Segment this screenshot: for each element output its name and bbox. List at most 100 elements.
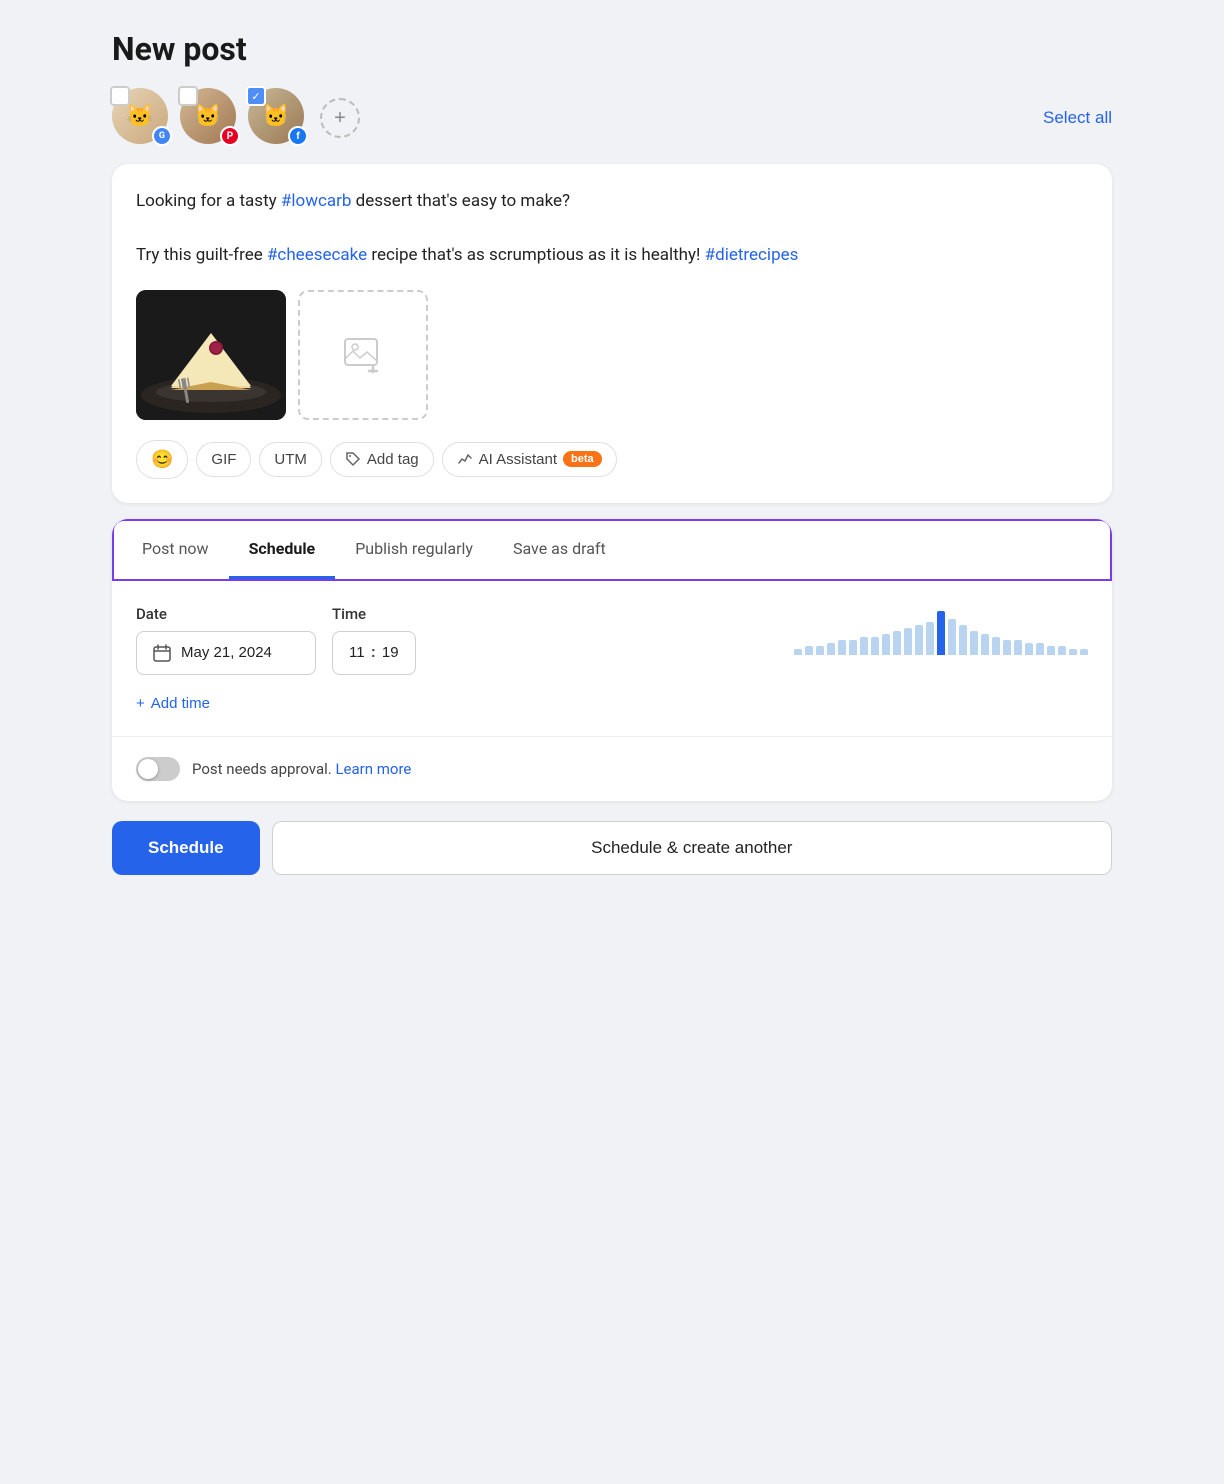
- add-time-button[interactable]: + Add time: [136, 691, 210, 716]
- time-label: Time: [332, 605, 416, 623]
- select-all-button[interactable]: Select all: [1043, 108, 1112, 128]
- date-label: Date: [136, 605, 316, 623]
- tag-label: Add tag: [367, 451, 419, 468]
- add-account-button[interactable]: +: [320, 98, 360, 138]
- time-hour: 11: [349, 644, 365, 661]
- page-container: New post 🐱 G 🐱 P 🐱 ✓ f + Select all Look…: [112, 30, 1112, 875]
- schedule-another-button[interactable]: Schedule & create another: [272, 821, 1112, 875]
- bar-26: [1080, 649, 1088, 655]
- schedule-body: Date May 21, 2024 Time: [112, 581, 1112, 736]
- tab-post-now[interactable]: Post now: [122, 521, 229, 579]
- add-tag-button[interactable]: Add tag: [330, 442, 434, 477]
- bar-24: [1058, 646, 1066, 655]
- tab-save-as-draft[interactable]: Save as draft: [493, 521, 626, 579]
- calendar-icon: [153, 644, 171, 662]
- google-badge-1: G: [152, 126, 172, 146]
- accounts-row: 🐱 G 🐱 P 🐱 ✓ f + Select all: [112, 88, 1112, 148]
- bar-12: [926, 622, 934, 654]
- tab-publish-regularly[interactable]: Publish regularly: [335, 521, 493, 579]
- time-group: Time 11 : 19: [332, 605, 416, 675]
- bar-25: [1069, 649, 1077, 655]
- bar-4: [838, 640, 846, 655]
- gif-button[interactable]: GIF: [196, 442, 251, 477]
- add-image-icon: [343, 337, 383, 373]
- approval-section: Post needs approval. Learn more: [112, 736, 1112, 801]
- schedule-section: Post now Schedule Publish regularly Save…: [112, 519, 1112, 801]
- checkbox-3: ✓: [246, 86, 266, 106]
- facebook-badge-3: f: [288, 126, 308, 146]
- bar-10: [904, 628, 912, 654]
- bar-14: [948, 619, 956, 654]
- bar-19: [1003, 640, 1011, 655]
- hashtag-cheesecake[interactable]: #cheesecake: [267, 245, 367, 265]
- bar-21: [1025, 643, 1033, 655]
- utm-button[interactable]: UTM: [259, 442, 322, 477]
- hashtag-lowcarb[interactable]: #lowcarb: [281, 191, 352, 211]
- bar-20: [1014, 640, 1022, 655]
- bar-18: [992, 637, 1000, 655]
- bar-11: [915, 625, 923, 654]
- beta-badge: beta: [563, 451, 602, 467]
- post-text-line1b: dessert that's easy to make?: [351, 191, 570, 211]
- bar-1: [805, 646, 813, 655]
- toggle-knob: [138, 759, 158, 779]
- post-image-1[interactable]: [136, 290, 286, 420]
- approval-toggle[interactable]: [136, 757, 180, 781]
- engagement-bar-chart: [794, 605, 1088, 655]
- ai-icon: [457, 451, 473, 467]
- emoji-button[interactable]: 😊: [136, 440, 188, 479]
- bar-15: [959, 625, 967, 654]
- gif-label: GIF: [211, 451, 236, 468]
- bar-5: [849, 640, 857, 655]
- add-time-label: Add time: [151, 695, 210, 712]
- account-item-3[interactable]: 🐱 ✓ f: [248, 88, 308, 148]
- bar-7: [871, 637, 879, 655]
- date-picker-button[interactable]: May 21, 2024: [136, 631, 316, 675]
- bar-6: [860, 637, 868, 655]
- images-row: [136, 290, 1088, 420]
- tag-icon: [345, 451, 361, 467]
- approval-text: Post needs approval. Learn more: [192, 760, 411, 778]
- date-group: Date May 21, 2024: [136, 605, 316, 675]
- hashtag-dietrecipes[interactable]: #dietrecipes: [705, 245, 799, 265]
- learn-more-link[interactable]: Learn more: [335, 760, 411, 778]
- post-text-line2b: recipe that's as scrumptious as it is he…: [367, 245, 705, 265]
- bottom-buttons: Schedule Schedule & create another: [112, 821, 1112, 875]
- post-text[interactable]: Looking for a tasty #lowcarb dessert tha…: [136, 188, 1088, 270]
- bar-16: [970, 631, 978, 654]
- bar-0: [794, 649, 802, 655]
- bar-17: [981, 634, 989, 655]
- cheesecake-svg: [136, 290, 286, 420]
- time-separator: :: [371, 644, 376, 662]
- add-time-plus: +: [136, 695, 145, 712]
- bar-9: [893, 631, 901, 654]
- checkbox-2: [178, 86, 198, 106]
- page-title: New post: [112, 30, 1112, 68]
- account-item-1[interactable]: 🐱 G: [112, 88, 172, 148]
- bar-13: [937, 611, 945, 655]
- emoji-icon: 😊: [151, 449, 173, 470]
- ai-label: AI Assistant: [479, 451, 557, 468]
- bar-2: [816, 646, 824, 655]
- add-image-button[interactable]: [298, 290, 428, 420]
- utm-label: UTM: [274, 451, 307, 468]
- post-card: Looking for a tasty #lowcarb dessert tha…: [112, 164, 1112, 503]
- tab-schedule[interactable]: Schedule: [229, 521, 336, 579]
- schedule-button[interactable]: Schedule: [112, 821, 260, 875]
- pinterest-badge-2: P: [220, 126, 240, 146]
- time-picker-button[interactable]: 11 : 19: [332, 631, 416, 675]
- time-minute: 19: [382, 644, 399, 661]
- bar-8: [882, 634, 890, 655]
- checkbox-1: [110, 86, 130, 106]
- date-time-row: Date May 21, 2024 Time: [136, 605, 1088, 675]
- approval-text-label: Post needs approval.: [192, 760, 332, 778]
- account-item-2[interactable]: 🐱 P: [180, 88, 240, 148]
- tabs-row: Post now Schedule Publish regularly Save…: [112, 519, 1112, 581]
- post-text-line1: Looking for a tasty: [136, 191, 281, 211]
- bar-3: [827, 643, 835, 655]
- date-value: May 21, 2024: [181, 644, 272, 661]
- ai-assistant-button[interactable]: AI Assistant beta: [442, 442, 617, 477]
- post-toolbar: 😊 GIF UTM Add tag: [136, 440, 1088, 479]
- post-text-line2: Try this guilt-free: [136, 245, 267, 265]
- bar-23: [1047, 646, 1055, 655]
